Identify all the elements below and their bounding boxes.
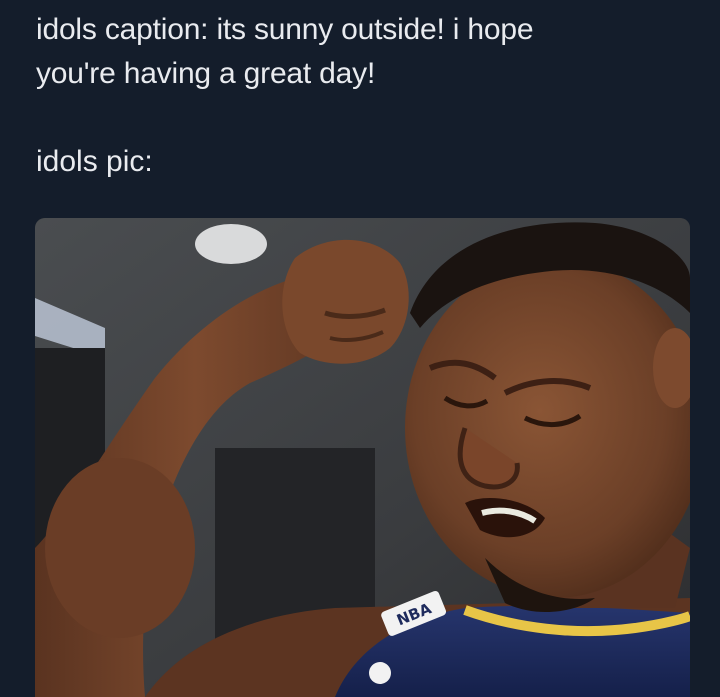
ceiling-light <box>195 224 267 264</box>
idols-pic-label: idols pic: <box>36 145 153 178</box>
caption-line-2: you're having a great day! <box>36 57 376 90</box>
brand-logo <box>369 662 391 684</box>
fist <box>282 239 409 364</box>
caption-line-1: idols caption: its sunny outside! i hope <box>36 13 534 46</box>
idols-caption: idols caption: its sunny outside! i hope… <box>36 8 696 96</box>
meme-post: idols caption: its sunny outside! i hope… <box>0 0 720 697</box>
bicep <box>45 458 195 638</box>
photo-illustration: NBA <box>35 218 690 697</box>
flexing-man-photo: NBA <box>35 218 690 697</box>
